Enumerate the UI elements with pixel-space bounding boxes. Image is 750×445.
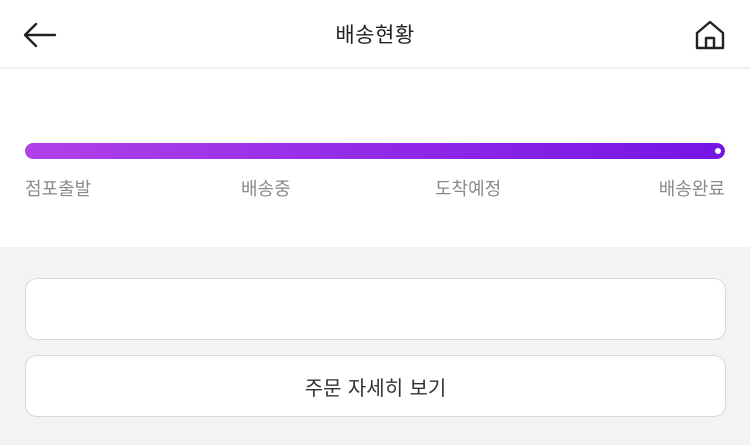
delivery-info-box xyxy=(25,278,726,340)
progress-end-dot xyxy=(713,146,723,156)
step-label-arriving: 도착예정 xyxy=(435,179,502,200)
home-icon xyxy=(695,20,725,50)
step-label-in-transit: 배송중 xyxy=(241,179,291,200)
delivery-progress-bar xyxy=(25,143,725,159)
page-title: 배송현황 xyxy=(335,22,415,47)
step-label-departed: 점포출발 xyxy=(25,179,92,200)
back-button[interactable] xyxy=(22,20,58,50)
arrow-left-icon xyxy=(23,22,57,48)
order-detail-button[interactable]: 주문 자세히 보기 xyxy=(25,355,726,417)
app-header: 배송현황 xyxy=(0,0,750,68)
home-button[interactable] xyxy=(692,17,728,53)
step-label-delivered: 배송완료 xyxy=(658,179,725,200)
delivery-steps: 점포출발 배송중 도착예정 배송완료 xyxy=(25,175,725,200)
delivery-progress-fill xyxy=(25,143,725,159)
delivery-progress-section: 점포출발 배송중 도착예정 배송완료 xyxy=(0,69,750,247)
